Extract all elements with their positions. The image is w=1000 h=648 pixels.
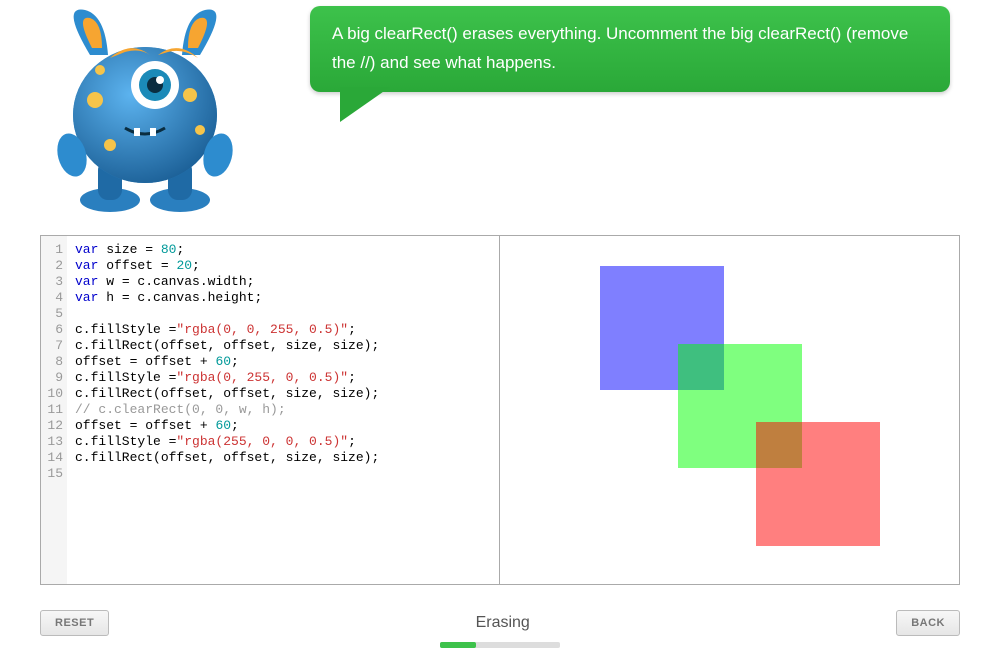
footer-bar: RESET Erasing BACK — [40, 610, 960, 636]
back-button[interactable]: BACK — [896, 610, 960, 636]
red-square — [756, 422, 880, 546]
code-editor[interactable]: 123456789101112131415 var size = 80; var… — [41, 236, 500, 584]
instruction-bubble: A big clearRect() erases everything. Unc… — [310, 6, 950, 92]
line-gutter: 123456789101112131415 — [41, 236, 67, 584]
canvas-output — [500, 236, 959, 584]
mascot-character — [40, 0, 250, 215]
reset-button[interactable]: RESET — [40, 610, 109, 636]
code-content[interactable]: var size = 80; var offset = 20; var w = … — [67, 236, 387, 584]
progress-bar — [440, 642, 560, 648]
instruction-text: A big clearRect() erases everything. Unc… — [332, 24, 908, 72]
workspace: 123456789101112131415 var size = 80; var… — [40, 235, 960, 585]
lesson-title: Erasing — [109, 614, 896, 632]
progress-fill — [440, 642, 476, 648]
